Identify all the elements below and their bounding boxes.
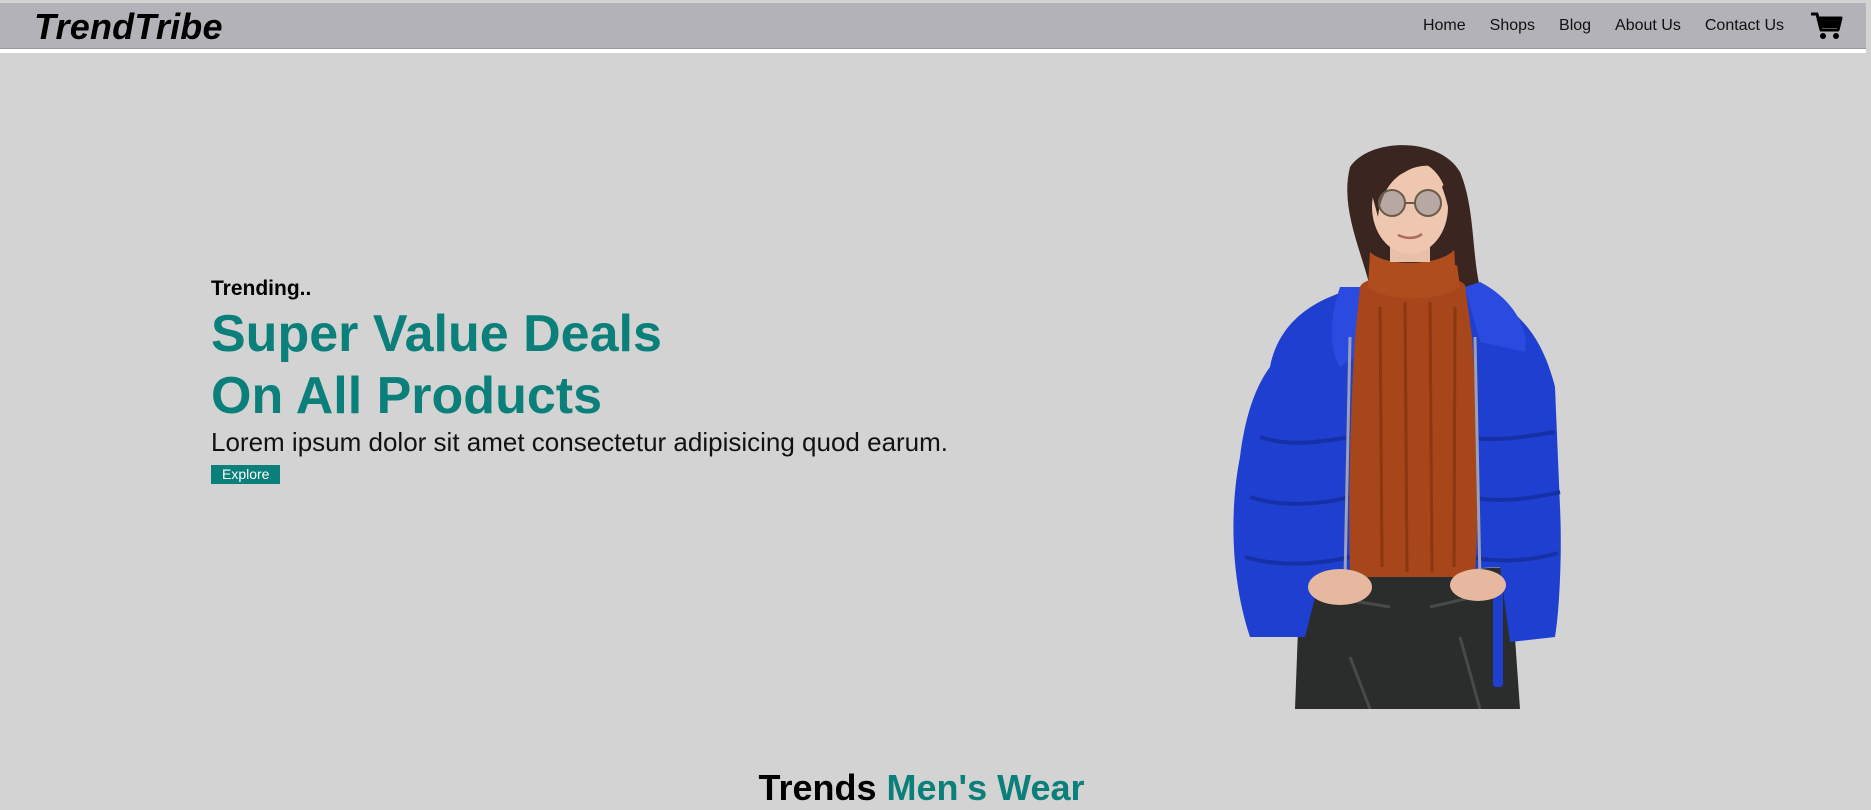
section-title: Trends Men's Wear (0, 766, 1843, 810)
hero-model-image (1233, 145, 1561, 709)
section-title-accent: Men's Wear (886, 766, 1085, 808)
hero-section: Trending.. Super Value Deals On All Prod… (0, 53, 1871, 733)
nav-shops-link[interactable]: Shops (1490, 17, 1535, 35)
nav-home-link[interactable]: Home (1423, 17, 1466, 35)
hero-headline: Super Value Deals On All Products (211, 303, 948, 427)
hero-headline-line2: On All Products (211, 367, 602, 425)
top-navbar: TrendTribe Home Shops Blog About Us Cont… (0, 3, 1866, 49)
main-nav: Home Shops Blog About Us Contact Us (1423, 3, 1866, 49)
hero-text-block: Trending.. Super Value Deals On All Prod… (211, 277, 948, 484)
brand-logo[interactable]: TrendTribe (34, 7, 223, 47)
nav-about-link[interactable]: About Us (1615, 17, 1681, 35)
section-title-plain: Trends (758, 766, 877, 808)
hero-description: Lorem ipsum dolor sit amet consectetur a… (211, 427, 949, 457)
hero-headline-line1: Super Value Deals (211, 305, 662, 363)
hero-eyebrow: Trending.. (211, 277, 312, 300)
explore-button[interactable]: Explore (211, 465, 281, 484)
shopping-cart-icon[interactable] (1810, 9, 1844, 43)
nav-contact-link[interactable]: Contact Us (1705, 17, 1784, 35)
nav-blog-link[interactable]: Blog (1559, 17, 1591, 35)
